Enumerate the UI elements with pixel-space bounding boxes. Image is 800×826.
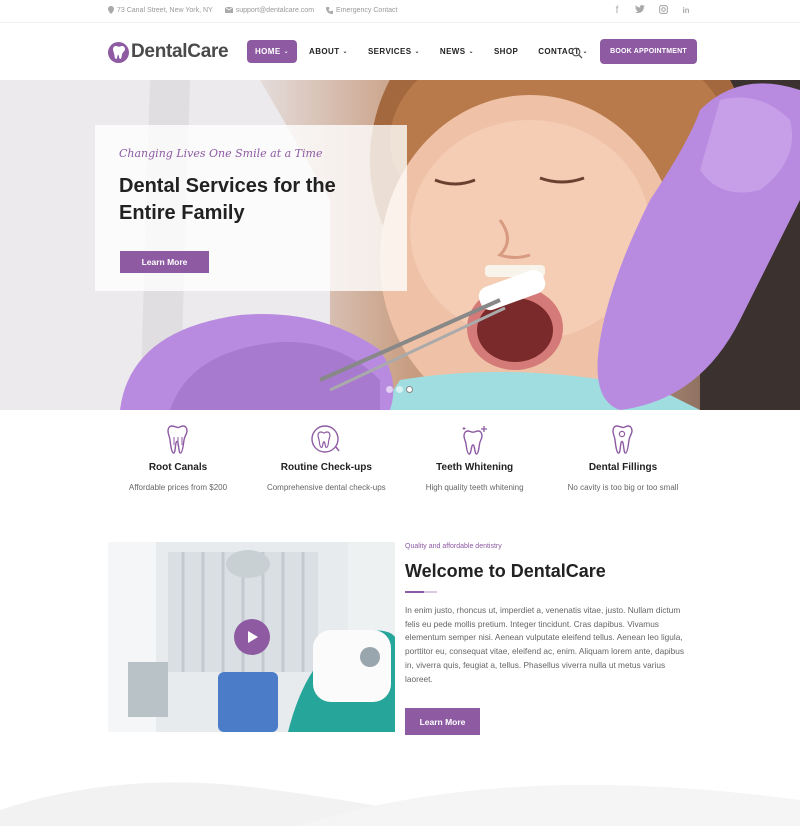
chevron-down-icon: ⌄ <box>283 49 290 55</box>
hero-slider: Changing Lives One Smile at a Time Denta… <box>0 80 800 410</box>
feature-title: Teeth Whitening <box>436 462 514 473</box>
play-icon <box>248 631 258 643</box>
tooth-checkup-icon <box>256 425 396 457</box>
section-wave-divider <box>0 782 800 826</box>
feature-title: Dental Fillings <box>588 462 658 473</box>
feature-desc: Comprehensive dental check-ups <box>266 483 386 492</box>
address-text: 73 Canal Street, New York, NY <box>117 6 213 14</box>
welcome-learn-more-button[interactable]: Learn More <box>405 708 480 735</box>
chevron-down-icon: ⌄ <box>414 49 420 55</box>
facebook-icon[interactable]: f <box>612 5 622 18</box>
nav-shop[interactable]: SHOP <box>486 40 526 63</box>
main-nav: HOME ⌄ ABOUT ⌄ SERVICES ⌄ NEWS ⌄ SHOP CONTAC… <box>247 40 600 63</box>
nav-home[interactable]: HOME ⌄ <box>247 40 298 63</box>
twitter-icon[interactable] <box>635 5 645 18</box>
main-header: DentalCare HOME ⌄ ABOUT ⌄ SERVICES ⌄ NEWS ⌄ … <box>0 23 800 80</box>
play-video-button[interactable] <box>234 619 270 655</box>
slider-dots <box>386 386 413 393</box>
chevron-down-icon: ⌄ <box>582 49 588 55</box>
address-item: 73 Canal Street, New York, NY <box>108 6 213 14</box>
tooth-filling-icon <box>553 425 693 457</box>
hero-learn-more-button[interactable]: Learn More <box>120 251 209 273</box>
hero-content-panel: Changing Lives One Smile at a Time Denta… <box>95 125 407 291</box>
clinic-video-thumbnail[interactable] <box>108 542 395 732</box>
title-divider <box>405 591 437 593</box>
contact-info: 73 Canal Street, New York, NY support@de… <box>108 6 398 14</box>
instagram-icon[interactable] <box>658 5 668 18</box>
feature-title: Routine Check-ups <box>280 462 372 473</box>
feature-desc: No cavity is too big or too small <box>567 483 679 492</box>
nav-contact[interactable]: CONTACT ⌄ <box>530 40 596 63</box>
nav-services[interactable]: SERVICES ⌄ <box>360 40 428 63</box>
feature-title: Root Canals <box>148 462 208 473</box>
welcome-body: In enim justo, rhoncus ut, imperdiet a, … <box>405 605 685 684</box>
welcome-eyebrow: Quality and affordable dentistry <box>405 543 502 550</box>
services-features: Root Canals Affordable prices from $200 … <box>108 425 693 492</box>
feature-routine-checkups[interactable]: Routine Check-ups Comprehensive dental c… <box>256 425 396 492</box>
feature-desc: Affordable prices from $200 <box>128 483 228 492</box>
nav-about[interactable]: ABOUT ⌄ <box>301 40 356 63</box>
slider-dot[interactable] <box>396 386 403 393</box>
phone-text[interactable]: Emergency Contact <box>336 7 397 14</box>
feature-root-canals[interactable]: Root Canals Affordable prices from $200 <box>108 425 248 492</box>
welcome-title: Welcome to DentalCare <box>405 561 606 581</box>
logo[interactable]: DentalCare <box>108 41 229 63</box>
chevron-down-icon: ⌄ <box>342 49 348 55</box>
search-icon[interactable] <box>571 46 583 59</box>
slider-dot[interactable] <box>386 386 393 393</box>
feature-teeth-whitening[interactable]: Teeth Whitening High quality teeth white… <box>405 425 545 492</box>
slider-dot-active[interactable] <box>406 386 413 393</box>
book-appointment-button[interactable]: BOOK APPOINTMENT <box>600 39 697 64</box>
tooth-sparkle-icon <box>405 425 545 457</box>
phone-icon <box>326 6 334 14</box>
tooth-root-icon <box>108 425 248 457</box>
tooth-logo-icon <box>108 41 129 63</box>
hero-title: Dental Services for the Entire Family <box>119 175 336 224</box>
phone-item[interactable]: Emergency Contact <box>326 6 398 14</box>
top-bar: 73 Canal Street, New York, NY support@de… <box>0 0 800 23</box>
feature-dental-fillings[interactable]: Dental Fillings No cavity is too big or … <box>553 425 693 492</box>
email-item[interactable]: support@dentalcare.com <box>224 6 314 14</box>
logo-text: DentalCare <box>131 41 229 62</box>
social-links: f in <box>612 5 691 18</box>
chevron-down-icon: ⌄ <box>468 49 474 55</box>
email-text[interactable]: support@dentalcare.com <box>236 7 314 14</box>
envelope-icon <box>224 7 233 13</box>
map-pin-icon <box>108 6 114 14</box>
hero-tagline: Changing Lives One Smile at a Time <box>119 147 323 160</box>
feature-desc: High quality teeth whitening <box>425 483 524 492</box>
nav-news[interactable]: NEWS ⌄ <box>432 40 482 63</box>
linkedin-icon[interactable]: in <box>681 5 691 18</box>
